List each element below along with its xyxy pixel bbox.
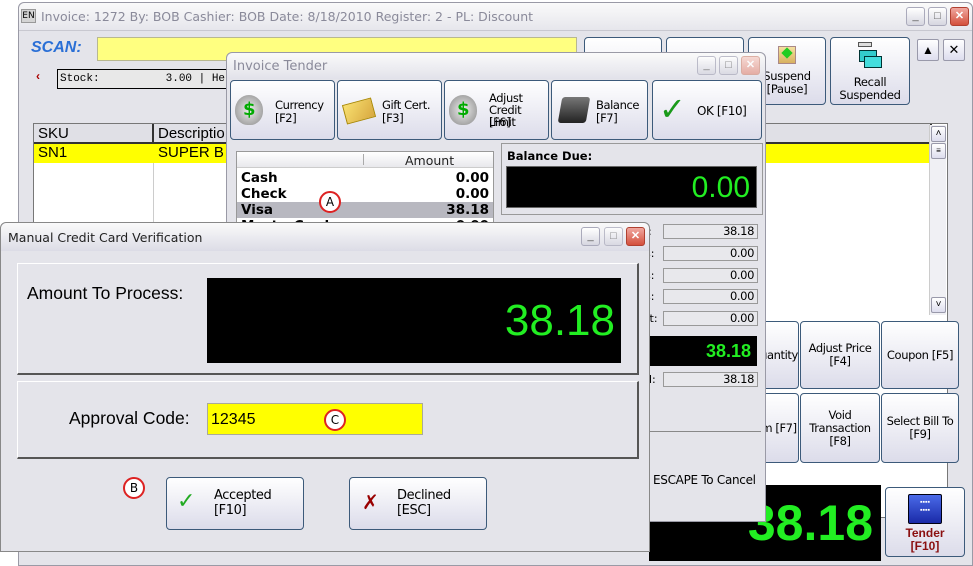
coupon-button[interactable]: Coupon [F5] — [881, 321, 959, 389]
gift-cert-button[interactable]: Gift Cert. [F3] — [337, 80, 442, 140]
cell-sku: SN1 — [38, 144, 68, 161]
recall-windows-icon — [855, 42, 885, 74]
approval-code-input[interactable]: 12345 — [207, 403, 423, 435]
column-header-sku[interactable]: SKU — [34, 124, 154, 144]
tendered-total-display: 38.18 — [647, 336, 757, 366]
declined-button[interactable]: ✗ Declined [ESC] — [349, 477, 487, 530]
accepted-button[interactable]: ✓ Accepted [F10] — [166, 477, 304, 530]
checkmark-icon: ✓ — [177, 489, 196, 514]
dialog-title: Invoice Tender — [233, 59, 328, 74]
escape-hint: ESCAPE To Cancel — [653, 473, 756, 487]
language-badge[interactable]: EN — [21, 9, 36, 23]
scroll-down-button[interactable]: ˅ — [931, 297, 946, 313]
close-button[interactable]: ✕ — [626, 227, 645, 246]
scroll-up-button[interactable]: ˄ — [931, 126, 946, 142]
void-transaction-button[interactable]: Void Transaction [F8] — [800, 393, 880, 463]
balance-due-label: Balance Due: — [507, 149, 593, 163]
summary-field-5: 0.00 — [663, 311, 758, 326]
gift-envelope-icon — [341, 97, 377, 125]
scroll-thumb[interactable]: ≡ — [931, 143, 946, 159]
close-button[interactable]: ✕ — [950, 7, 969, 26]
dialog-title: Manual Credit Card Verification — [8, 230, 203, 245]
maximize-button[interactable]: □ — [928, 7, 947, 26]
window-title: Invoice: 1272 By: BOB Cashier: BOB Date:… — [41, 9, 534, 24]
close-button[interactable]: ✕ — [741, 56, 760, 75]
summary-field-4: 0.00 — [663, 289, 758, 304]
minimize-button[interactable]: _ — [581, 227, 600, 246]
annotation-marker-b: B — [123, 477, 145, 499]
ok-button[interactable]: ✓ OK [F10] — [652, 80, 762, 140]
grid-scrollbar[interactable]: ˄ ≡ ˅ — [929, 125, 946, 315]
amount-label: Amount To Process: — [27, 283, 184, 303]
cell-description: SUPER B — [158, 144, 224, 161]
main-title-bar: EN Invoice: 1272 By: BOB Cashier: BOB Da… — [19, 3, 972, 31]
balance-due-display: 0.00 — [506, 166, 757, 208]
adjust-price-button[interactable]: Adjust Price [F4] — [800, 321, 880, 389]
payment-row-cash[interactable]: Cash 0.00 — [237, 170, 493, 186]
maximize-button[interactable]: □ — [719, 56, 738, 75]
minimize-button[interactable]: _ — [697, 56, 716, 75]
divider — [647, 431, 761, 432]
select-bill-to-button[interactable]: Select Bill To [F9] — [881, 393, 959, 463]
payment-row-visa[interactable]: Visa 38.18 — [237, 202, 493, 218]
balance-button[interactable]: Balance [F7] — [551, 80, 648, 140]
money-bag-icon: $ — [235, 95, 263, 125]
ccv-title-bar: Manual Credit Card Verification _ □ ✕ — [1, 223, 649, 251]
payment-row-check[interactable]: Check 0.00 — [237, 186, 493, 202]
suspend-box-icon — [778, 46, 796, 64]
currency-button[interactable]: $ Currency [F2] — [230, 80, 335, 140]
cash-register-icon: ▪▪▪▪ ▪▪▪▪ — [908, 494, 942, 524]
tender-title-bar: Invoice Tender _ □ ✕ — [227, 53, 765, 79]
adjust-credit-limit-button[interactable]: $ Adjust Credit Limit [F6] — [444, 80, 549, 140]
chevron-left-icon[interactable]: ‹ — [36, 69, 40, 83]
approval-code-label: Approval Code: — [69, 408, 190, 428]
cash-register-icon — [557, 97, 591, 123]
amount-display: 38.18 — [207, 278, 621, 363]
annotation-marker-a: A — [319, 191, 341, 213]
list-header: Amount — [237, 152, 493, 168]
tender-button[interactable]: ▪▪▪▪ ▪▪▪▪ Tender [F10] — [885, 487, 965, 557]
recall-suspended-button[interactable]: Recall Suspended — [830, 37, 910, 105]
manual-credit-card-verification-dialog: Manual Credit Card Verification _ □ ✕ Am… — [0, 222, 650, 552]
checkmark-icon: ✓ — [659, 90, 686, 128]
summary-field-2: 0.00 — [663, 246, 758, 261]
annotation-marker-c: C — [324, 409, 346, 431]
minimize-button[interactable]: _ — [906, 7, 925, 26]
x-icon: ✗ — [362, 490, 379, 514]
summary-field-3: 0.00 — [663, 268, 758, 283]
maximize-button[interactable]: □ — [604, 227, 623, 246]
scan-label: SCAN: — [31, 39, 82, 56]
close-panel-button[interactable]: ✕ — [943, 39, 965, 61]
collapse-up-button[interactable]: ▲ — [917, 39, 939, 61]
summary-tendered-field: 38.18 — [663, 372, 758, 387]
money-bag-icon: $ — [449, 95, 477, 125]
amount-column-header[interactable]: Amount — [405, 153, 454, 168]
summary-subtotal-field: 38.18 — [663, 224, 758, 239]
